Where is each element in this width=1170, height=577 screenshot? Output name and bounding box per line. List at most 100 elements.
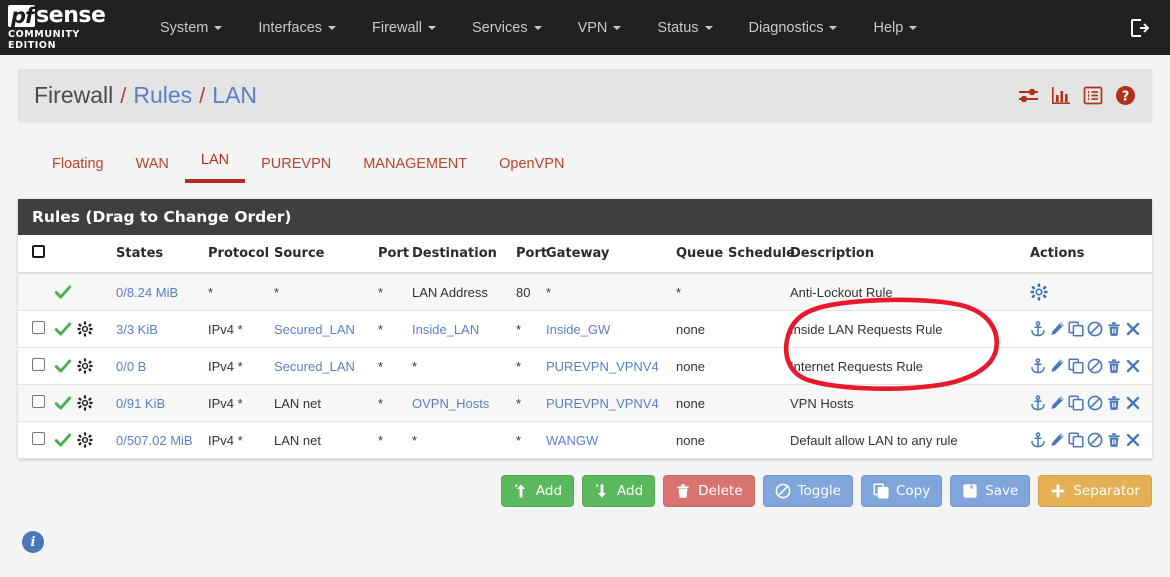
nav-item-interfaces[interactable]: Interfaces bbox=[240, 0, 354, 55]
nav-item-diagnostics[interactable]: Diagnostics bbox=[731, 0, 856, 55]
nav-item-system[interactable]: System bbox=[142, 0, 240, 55]
table-row[interactable]: 0/8.24 MiB * * * LAN Address 80 * * Anti-Lockout… bbox=[18, 273, 1152, 311]
pencil-icon[interactable] bbox=[1049, 395, 1065, 411]
table-row[interactable]: 0/91 KiB IPv4 * LAN net * OVPN_Hosts * PUREVPN… bbox=[18, 384, 1152, 422]
states-cell[interactable]: 0/0 B bbox=[112, 347, 204, 385]
states-cell[interactable]: 0/8.24 MiB bbox=[112, 273, 204, 311]
states-cell[interactable]: 3/3 KiB bbox=[112, 310, 204, 348]
close-icon[interactable] bbox=[1125, 432, 1141, 448]
nav-item-vpn[interactable]: VPN bbox=[560, 0, 640, 55]
tab-purevpn[interactable]: PUREVPN bbox=[245, 156, 347, 183]
add-button-1[interactable]: Add bbox=[582, 475, 656, 507]
separator-button-6[interactable]: Separator bbox=[1038, 475, 1152, 507]
tab-openvpn[interactable]: OpenVPN bbox=[483, 156, 580, 183]
delete-button-2[interactable]: Delete bbox=[663, 475, 755, 507]
row-select-cell[interactable] bbox=[18, 421, 50, 459]
source-cell[interactable]: Secured_LAN bbox=[270, 310, 374, 348]
nav-item-status[interactable]: Status bbox=[639, 0, 730, 55]
nav-item-services[interactable]: Services bbox=[454, 0, 560, 55]
destination-cell[interactable]: Inside_LAN bbox=[408, 310, 512, 348]
row-checkbox[interactable] bbox=[32, 321, 45, 334]
close-icon[interactable] bbox=[1125, 358, 1141, 374]
states-cell[interactable]: 0/507.02 MiB bbox=[112, 421, 204, 459]
tab-lan[interactable]: LAN bbox=[184, 152, 246, 183]
pencil-icon[interactable] bbox=[1049, 321, 1065, 337]
destination-cell-link[interactable]: Inside_LAN bbox=[412, 322, 479, 337]
row-select-cell[interactable] bbox=[18, 347, 50, 385]
gateway-cell-link[interactable]: PUREVPN_VPNV4 bbox=[546, 359, 659, 374]
row-select-cell[interactable] bbox=[18, 310, 50, 348]
breadcrumb-item-rules[interactable]: Rules bbox=[133, 82, 192, 109]
close-icon[interactable] bbox=[1125, 395, 1141, 411]
row-checkbox[interactable] bbox=[32, 395, 45, 408]
gateway-cell[interactable]: Inside_GW bbox=[542, 310, 672, 348]
copy-icon[interactable] bbox=[1068, 321, 1084, 337]
add-button-0[interactable]: Add bbox=[500, 475, 575, 507]
gateway-cell[interactable]: PUREVPN_VPNV4 bbox=[542, 347, 672, 385]
pencil-icon[interactable] bbox=[1049, 358, 1065, 374]
gateway-cell[interactable]: WANGW bbox=[542, 421, 672, 459]
states-cell-link[interactable]: 0/507.02 MiB bbox=[116, 433, 193, 448]
copy-button-4[interactable]: Copy bbox=[860, 475, 943, 507]
trash-icon[interactable] bbox=[1106, 358, 1122, 374]
logout-icon[interactable] bbox=[1122, 17, 1156, 39]
help-circle-icon[interactable]: ? bbox=[1115, 85, 1136, 106]
table-row[interactable]: 0/0 B IPv4 * Secured_LAN * * * PUREVPN_VPNV4 no… bbox=[18, 347, 1152, 385]
anchor-icon[interactable] bbox=[1030, 321, 1046, 337]
schedule-header: Schedule bbox=[724, 235, 795, 274]
ban-icon[interactable] bbox=[1087, 395, 1103, 411]
ban-icon[interactable] bbox=[1087, 321, 1103, 337]
close-icon[interactable] bbox=[1125, 321, 1141, 337]
states-cell[interactable]: 0/91 KiB bbox=[112, 384, 204, 422]
anchor-icon[interactable] bbox=[1030, 432, 1046, 448]
table-header-row: States Protocol Source Port Destination … bbox=[18, 235, 1152, 274]
destination-cell[interactable]: OVPN_Hosts bbox=[408, 384, 512, 422]
select-all-checkbox[interactable] bbox=[32, 245, 45, 258]
breadcrumb-item-lan[interactable]: LAN bbox=[212, 82, 257, 109]
ban-icon[interactable] bbox=[1087, 432, 1103, 448]
table-row[interactable]: 3/3 KiB IPv4 * Secured_LAN * Inside_LAN * Insi… bbox=[18, 310, 1152, 348]
tab-management[interactable]: MANAGEMENT bbox=[347, 156, 483, 183]
nav-item-firewall[interactable]: Firewall bbox=[354, 0, 454, 55]
bar-chart-icon[interactable] bbox=[1051, 86, 1071, 105]
nav-item-help[interactable]: Help bbox=[855, 0, 935, 55]
source-port-cell: * bbox=[374, 347, 408, 385]
trash-icon[interactable] bbox=[1106, 321, 1122, 337]
gateway-cell-link[interactable]: PUREVPN_VPNV4 bbox=[546, 396, 659, 411]
gateway-cell-link[interactable]: Inside_GW bbox=[546, 322, 610, 337]
list-icon[interactable] bbox=[1083, 86, 1103, 105]
states-cell-link[interactable]: 0/8.24 MiB bbox=[116, 285, 178, 300]
row-checkbox[interactable] bbox=[32, 432, 45, 445]
gateway-cell-link[interactable]: WANGW bbox=[546, 433, 598, 448]
anchor-icon[interactable] bbox=[1030, 395, 1046, 411]
pencil-icon[interactable] bbox=[1049, 432, 1065, 448]
copy-icon[interactable] bbox=[1068, 358, 1084, 374]
trash-icon[interactable] bbox=[1106, 432, 1122, 448]
table-row[interactable]: 0/507.02 MiB IPv4 * LAN net * * * WANGW none Def… bbox=[18, 421, 1152, 459]
copy-icon[interactable] bbox=[1068, 432, 1084, 448]
states-cell-link[interactable]: 0/0 B bbox=[116, 359, 146, 374]
rules-table: States Protocol Source Port Destination … bbox=[18, 235, 1152, 459]
info-icon[interactable]: i bbox=[22, 531, 44, 553]
source-cell[interactable]: Secured_LAN bbox=[270, 347, 374, 385]
copy-icon[interactable] bbox=[1068, 395, 1084, 411]
gateway-cell[interactable]: PUREVPN_VPNV4 bbox=[542, 384, 672, 422]
source-cell-link[interactable]: Secured_LAN bbox=[274, 322, 355, 337]
source-cell-link[interactable]: Secured_LAN bbox=[274, 359, 355, 374]
gear-icon[interactable] bbox=[1030, 283, 1048, 301]
states-cell-link[interactable]: 3/3 KiB bbox=[116, 322, 158, 337]
sliders-icon[interactable] bbox=[1018, 86, 1039, 105]
tab-floating[interactable]: Floating bbox=[36, 156, 120, 183]
save-button-5[interactable]: Save bbox=[950, 475, 1031, 507]
tab-wan[interactable]: WAN bbox=[120, 156, 185, 183]
row-checkbox[interactable] bbox=[32, 358, 45, 371]
row-select-cell[interactable] bbox=[18, 384, 50, 422]
trash-icon[interactable] bbox=[1106, 395, 1122, 411]
states-cell-link[interactable]: 0/91 KiB bbox=[116, 396, 165, 411]
pfsense-logo[interactable]: pf sense COMMUNITY EDITION bbox=[8, 4, 126, 51]
anchor-icon[interactable] bbox=[1030, 358, 1046, 374]
toggle-button-3[interactable]: Toggle bbox=[762, 475, 853, 507]
ban-icon[interactable] bbox=[1087, 358, 1103, 374]
rule-status-cell bbox=[50, 384, 112, 422]
destination-cell-link[interactable]: OVPN_Hosts bbox=[412, 396, 489, 411]
